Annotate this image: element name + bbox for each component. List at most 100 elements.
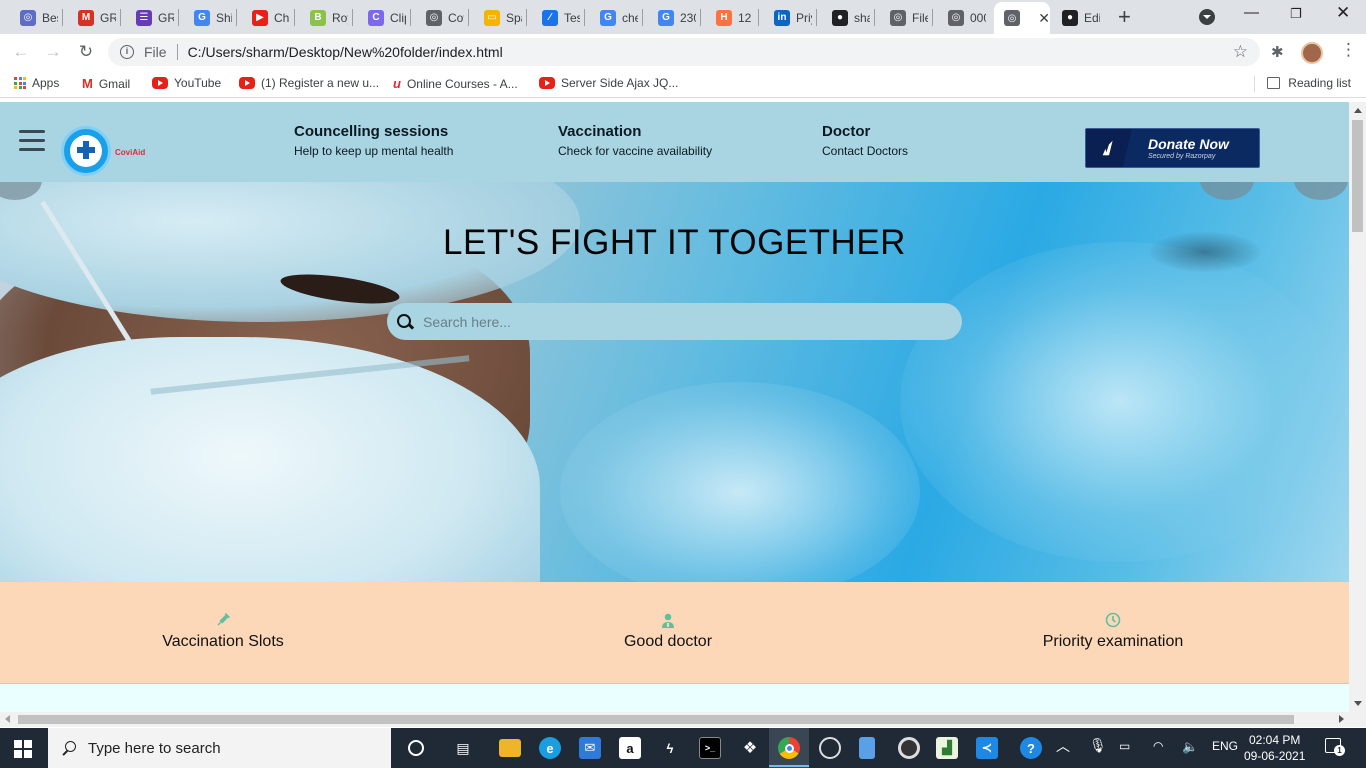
- cortana-icon[interactable]: [405, 737, 427, 759]
- feature-vaccination-slots[interactable]: Vaccination Slots: [73, 612, 373, 651]
- browser-tab[interactable]: ☰ GRI: [126, 5, 176, 30]
- vertical-scrollbar[interactable]: [1349, 102, 1366, 712]
- terminal-icon[interactable]: >_: [699, 737, 721, 759]
- carousel-next-icon[interactable]: [1294, 182, 1348, 200]
- browser-tab[interactable]: ◎ Bes: [10, 5, 60, 30]
- browser-tab[interactable]: ● Edi: [1052, 5, 1102, 30]
- browser-tab[interactable]: M GRI: [68, 5, 118, 30]
- bookmark-server-side-ajax[interactable]: Server Side Ajax JQ...: [539, 76, 678, 90]
- mail-icon[interactable]: ✉: [579, 737, 601, 759]
- scroll-right-icon[interactable]: [1339, 715, 1344, 723]
- bookmark-star-icon[interactable]: ☆: [1233, 42, 1248, 62]
- feature-good-doctor[interactable]: Good doctor: [518, 612, 818, 651]
- nav-councelling[interactable]: Councelling sessions Help to keep up men…: [294, 123, 453, 158]
- bookmark-online-courses[interactable]: u Online Courses - A...: [393, 76, 518, 91]
- browser-tab[interactable]: ▭ Spa: [474, 5, 524, 30]
- task-view-icon[interactable]: ▤: [452, 737, 474, 759]
- browser-tab[interactable]: ◎ 000: [938, 5, 988, 30]
- address-bar[interactable]: i File C:/Users/sharm/Desktop/New%20fold…: [108, 38, 1260, 66]
- dropbox-icon[interactable]: ❖: [739, 737, 761, 759]
- restore-icon[interactable]: ❐: [1290, 6, 1302, 22]
- folder-icon: ▭: [484, 9, 500, 26]
- horizontal-scrollbar[interactable]: [0, 712, 1366, 727]
- tray-expand-icon[interactable]: ︿: [1056, 736, 1070, 756]
- site-search-input[interactable]: [423, 313, 943, 330]
- tab-separator: [642, 9, 643, 26]
- forward-button[interactable]: →: [42, 41, 64, 63]
- system-clock[interactable]: 02:04 PM 09-06-2021: [1244, 732, 1305, 764]
- browser-menu-icon[interactable]: ⋮: [1340, 40, 1357, 60]
- browser-tab[interactable]: in Priy: [764, 5, 814, 30]
- nav-doctor[interactable]: Doctor Contact Doctors: [822, 123, 908, 158]
- tab-label: Spa: [506, 10, 522, 25]
- bookmark-youtube[interactable]: YouTube: [152, 76, 221, 90]
- browser-tab[interactable]: ◎ ✕: [994, 2, 1050, 34]
- back-button[interactable]: ←: [10, 41, 32, 63]
- minimize-icon[interactable]: —: [1244, 4, 1259, 21]
- info-icon[interactable]: i: [120, 45, 134, 59]
- file-explorer-icon[interactable]: [499, 739, 521, 757]
- help-icon[interactable]: ?: [1020, 737, 1042, 759]
- tab-separator: [120, 9, 121, 26]
- browser-tab[interactable]: B Roy: [300, 5, 350, 30]
- browser-tab[interactable]: ● sha: [822, 5, 872, 30]
- hamburger-menu-icon[interactable]: [19, 130, 45, 154]
- profile-avatar[interactable]: [1301, 42, 1323, 64]
- obs-icon[interactable]: [819, 737, 841, 759]
- battery-icon[interactable]: ▭: [1119, 739, 1130, 753]
- scrollbar-thumb[interactable]: [1352, 120, 1363, 232]
- search-icon[interactable]: [397, 313, 413, 330]
- new-tab-button[interactable]: +: [1118, 5, 1131, 29]
- tab-label: Edi: [1084, 10, 1100, 25]
- url-divider: [176, 44, 178, 60]
- tab-search-icon[interactable]: [1199, 9, 1215, 25]
- coviaid-logo[interactable]: [61, 126, 111, 176]
- browser-tab[interactable]: G 230: [648, 5, 698, 30]
- reload-button[interactable]: ↻: [75, 41, 97, 63]
- tab-label: Cha: [274, 10, 290, 25]
- browser-tab[interactable]: G Shi: [184, 5, 234, 30]
- chart-app-icon[interactable]: ▟: [936, 737, 958, 759]
- amazon-icon[interactable]: a: [619, 737, 641, 759]
- bookmark-register[interactable]: (1) Register a new u...: [239, 76, 379, 90]
- microphone-icon[interactable]: 🎙: [1089, 737, 1107, 754]
- reading-list-button[interactable]: Reading list: [1267, 76, 1351, 90]
- wifi-icon[interactable]: ◠: [1153, 739, 1163, 753]
- carousel-indicator-icon[interactable]: [1200, 182, 1254, 200]
- browser-tab[interactable]: ◎ Cov: [416, 5, 466, 30]
- bookmark-gmail[interactable]: M Gmail: [82, 76, 130, 91]
- phone-icon[interactable]: [859, 737, 875, 759]
- tab-label: Cov: [448, 10, 464, 25]
- close-tab-icon[interactable]: ✕: [1038, 10, 1050, 27]
- media-player-icon[interactable]: [898, 737, 920, 759]
- apps-grid-icon: [14, 77, 26, 89]
- browser-tab[interactable]: C Clip: [358, 5, 408, 30]
- close-window-icon[interactable]: ✕: [1336, 3, 1350, 23]
- vscode-icon[interactable]: ≺: [976, 737, 998, 759]
- logo-cross-horizontal: [77, 147, 95, 153]
- app-icon[interactable]: ϟ: [659, 737, 681, 759]
- browser-tab[interactable]: ∕ Tes: [532, 5, 582, 30]
- chrome-icon[interactable]: [778, 737, 800, 759]
- bookmark-apps[interactable]: Apps: [14, 76, 59, 90]
- site-search-bar[interactable]: [387, 303, 962, 340]
- scroll-left-icon[interactable]: [5, 715, 10, 723]
- clock-date: 09-06-2021: [1244, 749, 1306, 763]
- browser-tab[interactable]: Gche: [590, 5, 640, 30]
- browser-tab[interactable]: ▶ Cha: [242, 5, 292, 30]
- donate-now-button[interactable]: Donate Now Secured by Razorpay: [1085, 128, 1260, 168]
- scroll-up-icon[interactable]: [1354, 108, 1362, 113]
- start-button[interactable]: [14, 740, 32, 758]
- edge-icon[interactable]: e: [539, 737, 561, 759]
- browser-tab[interactable]: H 12: [706, 5, 756, 30]
- language-indicator[interactable]: ENG: [1212, 739, 1238, 753]
- scroll-down-icon[interactable]: [1354, 701, 1362, 706]
- volume-icon[interactable]: 🔈: [1182, 739, 1198, 755]
- taskbar-search[interactable]: Type here to search: [48, 728, 391, 768]
- feature-priority-examination[interactable]: Priority examination: [963, 612, 1263, 651]
- scrollbar-thumb[interactable]: [18, 715, 1294, 724]
- nav-vaccination[interactable]: Vaccination Check for vaccine availabili…: [558, 123, 712, 158]
- browser-tab[interactable]: ◎ File: [880, 5, 930, 30]
- extensions-icon[interactable]: ✱: [1271, 43, 1284, 61]
- b-icon: B: [310, 9, 326, 26]
